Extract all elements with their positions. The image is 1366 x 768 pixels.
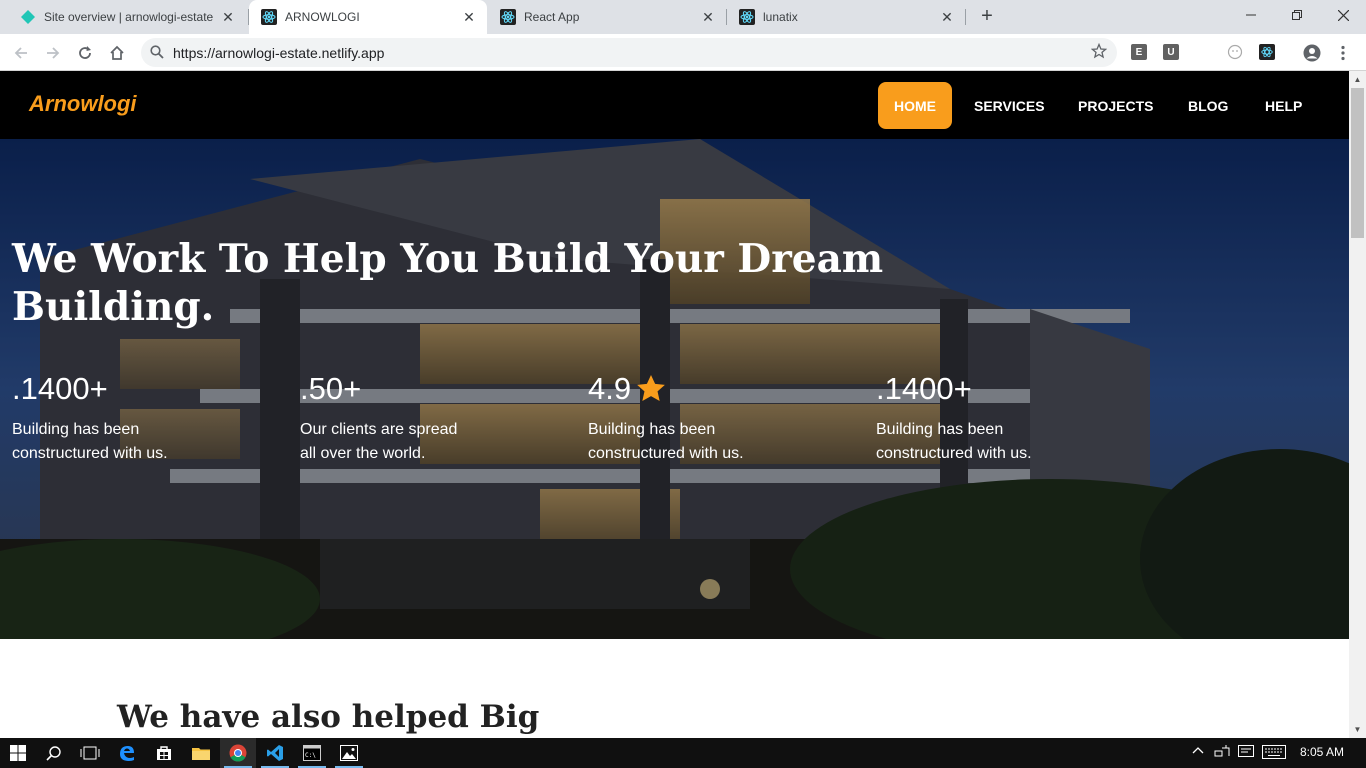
keyboard-icon[interactable] xyxy=(1262,745,1286,762)
url-input[interactable] xyxy=(173,38,1073,67)
back-arrow-icon xyxy=(14,47,27,59)
close-tab-icon[interactable]: ✕ xyxy=(461,9,477,25)
stat-value: .1400+ xyxy=(12,371,108,406)
extension-e-icon[interactable]: E xyxy=(1131,44,1147,60)
taskbar-photos[interactable] xyxy=(331,738,367,768)
start-button[interactable] xyxy=(0,738,36,768)
stat-rating-row: 4.9 xyxy=(588,369,758,409)
show-hidden-icons-chevron-icon[interactable] xyxy=(1192,745,1204,760)
search-icon xyxy=(46,746,61,761)
page-viewport: Arnowlogi HOME SERVICES PROJECTS BLOG HE… xyxy=(0,71,1349,738)
star-icon xyxy=(637,375,665,401)
react-icon xyxy=(739,9,755,25)
tab-arnowlogi[interactable]: ARNOWLOGI ✕ xyxy=(249,0,487,34)
browser-menu-button[interactable] xyxy=(1330,40,1356,66)
nav-blog[interactable]: BLOG xyxy=(1172,82,1244,129)
nav-help[interactable]: HELP xyxy=(1249,82,1318,129)
scroll-down-arrow-icon[interactable]: ▼ xyxy=(1349,721,1366,738)
extension-u-icon[interactable]: U xyxy=(1163,44,1179,60)
address-bar[interactable] xyxy=(141,38,1117,67)
forward-arrow-icon xyxy=(47,47,60,59)
stat-value: .1400+ xyxy=(876,371,972,406)
stat-rating: 4.9 Building has been constructured with… xyxy=(588,369,758,466)
stat-value: .50+ xyxy=(300,371,362,406)
site-navbar: Arnowlogi HOME SERVICES PROJECTS BLOG HE… xyxy=(0,71,1349,139)
search-icon xyxy=(150,45,164,59)
folder-icon xyxy=(192,748,210,760)
browser-toolbar: E U xyxy=(0,34,1366,71)
taskbar-search-button[interactable] xyxy=(36,738,72,768)
chrome-icon xyxy=(229,744,247,762)
taskbar-chrome[interactable] xyxy=(220,738,256,768)
windows-taskbar: C:\ 8:05 AM xyxy=(0,738,1366,768)
svg-text:C:\: C:\ xyxy=(305,752,316,759)
bookmark-star-icon[interactable] xyxy=(1090,42,1108,64)
stat-clients: .50+ Our clients are spread all over the… xyxy=(300,369,470,466)
minimize-button[interactable] xyxy=(1228,0,1274,30)
stat-value: 4.9 xyxy=(588,371,632,406)
profile-button[interactable] xyxy=(1299,40,1325,66)
scrollbar-thumb[interactable] xyxy=(1351,88,1364,238)
photos-icon xyxy=(340,745,358,761)
stat-buildings: .1400+ Building has been constructured w… xyxy=(12,369,182,466)
nav-home[interactable]: HOME xyxy=(878,82,952,129)
windows-logo-icon xyxy=(10,745,26,761)
tab-title: lunatix xyxy=(763,10,798,24)
site-logo[interactable]: Arnowlogi xyxy=(29,91,137,117)
react-icon xyxy=(500,9,516,25)
taskbar-clock[interactable]: 8:05 AM xyxy=(1300,745,1344,759)
extension-face-icon[interactable] xyxy=(1227,44,1243,60)
page-scrollbar[interactable]: ▲ ▼ xyxy=(1349,71,1366,738)
stat-label: Building has been constructured with us. xyxy=(12,421,168,462)
close-tab-icon[interactable]: ✕ xyxy=(700,9,716,25)
close-tab-icon[interactable]: ✕ xyxy=(939,9,955,25)
restore-button[interactable] xyxy=(1274,0,1320,30)
hero-section: We Work To Help You Build Your Dream Bui… xyxy=(0,139,1349,639)
taskbar-vscode[interactable] xyxy=(257,738,293,768)
notification-icon[interactable] xyxy=(1238,745,1254,762)
tab-strip: Site overview | arnowlogi-estate ✕ ARNOW… xyxy=(0,0,1366,34)
reload-button[interactable] xyxy=(72,40,98,66)
home-icon xyxy=(110,45,124,60)
close-tab-icon[interactable]: ✕ xyxy=(220,9,236,25)
forward-button[interactable] xyxy=(40,40,66,66)
react-devtools-icon[interactable] xyxy=(1259,44,1275,60)
new-tab-button[interactable]: + xyxy=(975,5,999,29)
tab-title: ARNOWLOGI xyxy=(285,10,360,24)
taskbar-file-explorer[interactable] xyxy=(183,738,219,768)
nav-projects[interactable]: PROJECTS xyxy=(1062,82,1169,129)
taskbar-command-prompt[interactable]: C:\ xyxy=(294,738,330,768)
back-button[interactable] xyxy=(8,40,34,66)
partners-heading: We have also helped Big xyxy=(117,699,540,735)
tab-lunatix[interactable]: lunatix ✕ xyxy=(727,0,965,34)
store-icon xyxy=(157,746,171,760)
close-window-button[interactable] xyxy=(1320,0,1366,30)
task-view-icon xyxy=(80,746,100,760)
terminal-icon: C:\ xyxy=(303,745,321,761)
tab-title: Site overview | arnowlogi-estate xyxy=(44,10,214,24)
nav-services[interactable]: SERVICES xyxy=(958,82,1061,129)
reload-icon xyxy=(79,46,91,59)
more-vertical-icon xyxy=(1341,45,1345,61)
stat-buildings-2: .1400+ Building has been constructured w… xyxy=(876,369,1046,466)
task-view-button[interactable] xyxy=(72,738,108,768)
tab-react-app[interactable]: React App ✕ xyxy=(488,0,726,34)
hero-headline: We Work To Help You Build Your Dream Bui… xyxy=(12,236,884,330)
stat-label: Our clients are spread all over the worl… xyxy=(300,421,458,462)
edge-icon xyxy=(120,746,134,761)
vscode-icon xyxy=(267,745,283,761)
tab-title: React App xyxy=(524,10,580,24)
stat-label: Building has been constructured with us. xyxy=(588,421,744,462)
netlify-diamond-icon xyxy=(20,9,36,25)
stat-label: Building has been constructured with us. xyxy=(876,421,1032,462)
account-icon xyxy=(1303,44,1321,62)
tab-site-overview[interactable]: Site overview | arnowlogi-estate ✕ xyxy=(8,0,246,34)
scroll-up-arrow-icon[interactable]: ▲ xyxy=(1349,71,1366,88)
network-icon[interactable] xyxy=(1214,745,1230,762)
home-button[interactable] xyxy=(104,40,130,66)
taskbar-store[interactable] xyxy=(146,738,182,768)
react-icon xyxy=(261,9,277,25)
taskbar-edge[interactable] xyxy=(109,738,145,768)
